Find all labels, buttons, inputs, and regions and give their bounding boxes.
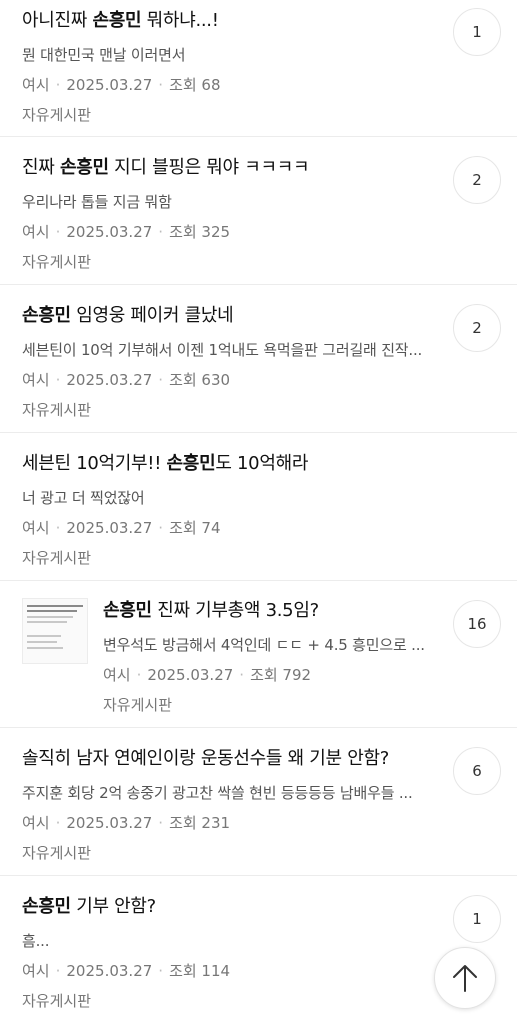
post-excerpt: 흠... (22, 932, 50, 950)
post-date: 2025.03.27 (66, 814, 153, 832)
post-date: 2025.03.27 (147, 666, 234, 684)
separator-dot: · (55, 223, 61, 241)
post-board: 자유게시판 (103, 696, 173, 714)
post-author: 여시 (22, 371, 50, 389)
post-body: 손흥민 기부 안함? 흠... 여시 · 2025.03.27 · 조회 114 자유게… (22, 894, 427, 1012)
post-body: 세븐틴 10억기부!! 손흥민도 10억해라 너 광고 더 찍었잖어 여시 · 20… (22, 451, 427, 569)
post-author: 여시 (22, 519, 50, 537)
post-board: 자유게시판 (22, 401, 92, 419)
separator-dot: · (158, 814, 164, 832)
post-title[interactable]: 세븐틴 10억기부!! 손흥민도 10억해라 (22, 451, 427, 477)
separator-dot: · (55, 962, 61, 980)
post-board: 자유게시판 (22, 253, 92, 271)
post-views: 조회 231 (169, 814, 231, 832)
post-body: 손흥민 진짜 기부총액 3.5임? 변우석도 방금해서 4억인데 ㄷㄷ + 4.… (103, 598, 427, 716)
post-title[interactable]: 아니진짜 손흥민 뭐하냐...! (22, 8, 427, 34)
post-title[interactable]: 진짜 손흥민 지디 블핑은 뭐야 ㅋㅋㅋㅋ (22, 155, 427, 181)
separator-dot: · (55, 371, 61, 389)
separator-dot: · (158, 76, 164, 94)
comment-count-badge[interactable]: 6 (453, 747, 501, 795)
comment-count-badge[interactable]: 1 (453, 8, 501, 56)
post-excerpt: 주지훈 회당 2억 송중기 광고찬 싹쓸 현빈 등등등등 남배우들 ... (22, 784, 413, 802)
arrow-up-icon (453, 965, 477, 992)
list-item[interactable]: 솔직히 남자 연예인이랑 운동선수들 왜 기분 안함? 주지훈 회당 2억 송중… (0, 728, 517, 876)
separator-dot: · (55, 76, 61, 94)
post-date: 2025.03.27 (66, 76, 153, 94)
post-board: 자유게시판 (22, 549, 92, 567)
separator-dot: · (239, 666, 245, 684)
post-author: 여시 (103, 666, 131, 684)
post-author: 여시 (22, 223, 50, 241)
post-title[interactable]: 손흥민 임영웅 페이커 클났네 (22, 303, 427, 329)
post-date: 2025.03.27 (66, 223, 153, 241)
post-excerpt: 너 광고 더 찍었잖어 (22, 489, 145, 507)
post-thumbnail-image[interactable] (22, 598, 88, 664)
post-meta: 여시 · 2025.03.27 · 조회 630 (22, 369, 427, 391)
thumbnail-text-line (27, 616, 73, 618)
post-views: 조회 68 (169, 76, 221, 94)
separator-dot: · (55, 814, 61, 832)
scroll-to-top-button[interactable] (434, 947, 496, 1009)
post-author: 여시 (22, 814, 50, 832)
thumbnail-text-line (27, 641, 57, 643)
post-title[interactable]: 손흥민 기부 안함? (22, 894, 427, 920)
post-author: 여시 (22, 76, 50, 94)
post-meta: 여시 · 2025.03.27 · 조회 231 (22, 812, 427, 834)
post-board: 자유게시판 (22, 992, 92, 1010)
post-meta: 여시 · 2025.03.27 · 조회 74 (22, 517, 427, 539)
comment-count-badge[interactable]: 1 (453, 895, 501, 943)
post-body: 솔직히 남자 연예인이랑 운동선수들 왜 기분 안함? 주지훈 회당 2억 송중… (22, 746, 427, 864)
post-views: 조회 325 (169, 223, 231, 241)
post-meta: 여시 · 2025.03.27 · 조회 114 (22, 960, 427, 982)
list-item[interactable]: 아니진짜 손흥민 뭐하냐...! 뭔 대한민국 맨날 이러면서 여시 · 2025.… (0, 0, 517, 137)
post-body: 아니진짜 손흥민 뭐하냐...! 뭔 대한민국 맨날 이러면서 여시 · 2025.… (22, 8, 427, 126)
post-views: 조회 792 (250, 666, 312, 684)
post-excerpt: 변우석도 방금해서 4억인데 ㄷㄷ + 4.5 흥민으로 ... (103, 636, 425, 654)
comment-count-badge[interactable]: 16 (453, 600, 501, 648)
list-item[interactable]: 손흥민 임영웅 페이커 클났네 세븐틴이 10억 기부해서 이젠 1억내도 욕먹… (0, 285, 517, 433)
thumbnail-text-line (27, 635, 61, 637)
post-views: 조회 630 (169, 371, 231, 389)
post-views: 조회 114 (169, 962, 231, 980)
separator-dot: · (158, 223, 164, 241)
post-excerpt: 세븐틴이 10억 기부해서 이젠 1억내도 욕먹을판 그러길래 진작... (22, 341, 423, 359)
post-body: 진짜 손흥민 지디 블핑은 뭐야 ㅋㅋㅋㅋ 우리나라 톱들 지금 뭐함 여시 · 2… (22, 155, 427, 273)
post-title[interactable]: 손흥민 진짜 기부총액 3.5임? (103, 598, 427, 624)
thumbnail-text-line (27, 610, 77, 612)
post-views: 조회 74 (169, 519, 221, 537)
thumbnail-text-line (27, 621, 67, 623)
post-date: 2025.03.27 (66, 371, 153, 389)
thumbnail-text-line (27, 647, 63, 649)
post-meta: 여시 · 2025.03.27 · 조회 68 (22, 74, 427, 96)
list-item[interactable]: 세븐틴 10억기부!! 손흥민도 10억해라 너 광고 더 찍었잖어 여시 · 20… (0, 433, 517, 581)
post-excerpt: 우리나라 톱들 지금 뭐함 (22, 193, 172, 211)
post-board: 자유게시판 (22, 106, 92, 124)
separator-dot: · (158, 519, 164, 537)
separator-dot: · (158, 962, 164, 980)
separator-dot: · (158, 371, 164, 389)
post-body: 손흥민 임영웅 페이커 클났네 세븐틴이 10억 기부해서 이젠 1억내도 욕먹… (22, 303, 427, 421)
comment-count-badge[interactable]: 2 (453, 304, 501, 352)
post-date: 2025.03.27 (66, 519, 153, 537)
post-excerpt: 뭔 대한민국 맨날 이러면서 (22, 46, 186, 64)
comment-count-badge[interactable]: 2 (453, 156, 501, 204)
post-board: 자유게시판 (22, 844, 92, 862)
list-item[interactable]: 손흥민 진짜 기부총액 3.5임? 변우석도 방금해서 4억인데 ㄷㄷ + 4.… (0, 581, 517, 728)
separator-dot: · (55, 519, 61, 537)
post-meta: 여시 · 2025.03.27 · 조회 792 (103, 664, 427, 686)
list-item[interactable]: 진짜 손흥민 지디 블핑은 뭐야 ㅋㅋㅋㅋ 우리나라 톱들 지금 뭐함 여시 · 2… (0, 137, 517, 285)
thumbnail-text-line (27, 605, 83, 607)
post-title[interactable]: 솔직히 남자 연예인이랑 운동선수들 왜 기분 안함? (22, 746, 427, 772)
post-author: 여시 (22, 962, 50, 980)
separator-dot: · (136, 666, 142, 684)
list-item[interactable]: 손흥민 기부 안함? 흠... 여시 · 2025.03.27 · 조회 114 자유게… (0, 876, 517, 1024)
post-meta: 여시 · 2025.03.27 · 조회 325 (22, 221, 427, 243)
post-date: 2025.03.27 (66, 962, 153, 980)
